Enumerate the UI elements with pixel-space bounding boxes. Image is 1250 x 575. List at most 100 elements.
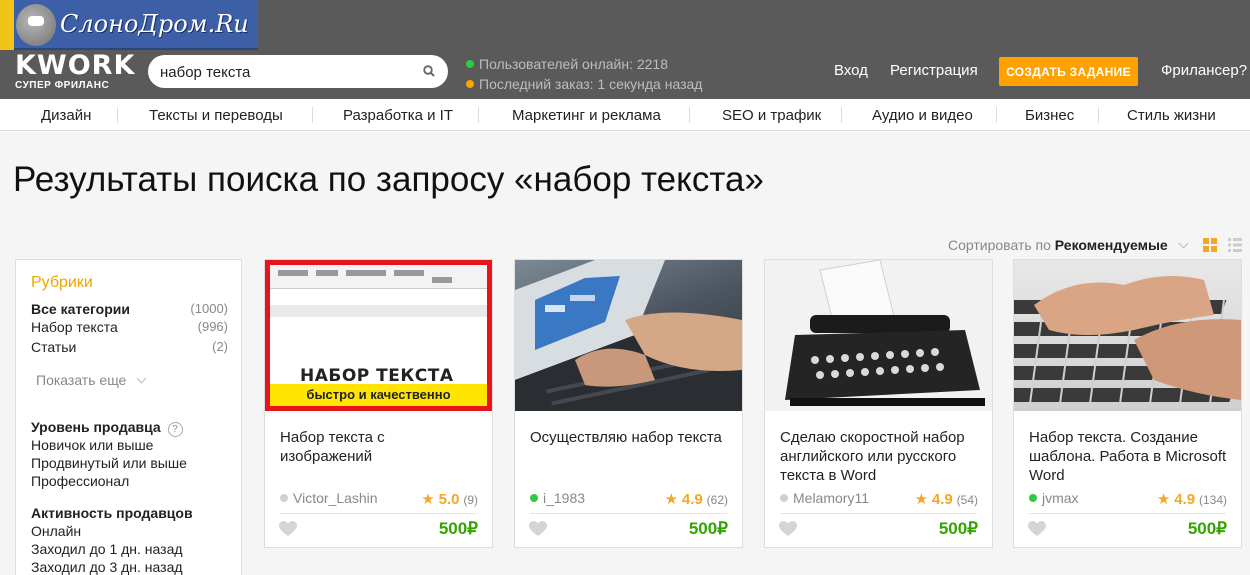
rating-value: 4.9 bbox=[931, 491, 953, 508]
filter-level-pro[interactable]: Профессионал bbox=[31, 473, 129, 489]
category-audio-video[interactable]: Аудио и видео bbox=[872, 107, 973, 124]
heart-icon[interactable] bbox=[279, 521, 297, 537]
top-header: СлоноДром.Ru KWORK СУПЕР ФРИЛАНС Пользов… bbox=[0, 0, 1250, 99]
review-count: (134) bbox=[1198, 493, 1227, 507]
kwork-card[interactable]: Сделаю скоростной набор английского или … bbox=[764, 259, 993, 548]
card-thumbnail[interactable] bbox=[765, 260, 992, 411]
create-task-button[interactable]: СОЗДАТЬ ЗАДАНИЕ bbox=[999, 57, 1138, 86]
freelancer-link[interactable]: Фрилансер? bbox=[1161, 62, 1247, 79]
rating-value: 4.9 bbox=[1174, 491, 1196, 508]
kwork-logo[interactable]: KWORK СУПЕР ФРИЛАНС bbox=[15, 52, 135, 91]
sort-value: Рекомендуемые bbox=[1054, 237, 1168, 253]
watermark-text: СлоноДром.Ru bbox=[60, 10, 249, 38]
category-seo[interactable]: SEO и трафик bbox=[722, 107, 821, 124]
card-title[interactable]: Осуществляю набор текста bbox=[530, 428, 730, 447]
filter-level-newbie[interactable]: Новичок или выше bbox=[31, 437, 153, 453]
list-view-icon[interactable] bbox=[1228, 238, 1242, 252]
card-divider bbox=[1029, 513, 1226, 514]
typewriter-image bbox=[785, 260, 985, 406]
rubric-label: Набор текста bbox=[31, 319, 118, 335]
rating-value: 4.9 bbox=[681, 491, 703, 508]
thumb-headline: НАБОР ТЕКСТА bbox=[300, 366, 454, 386]
login-link[interactable]: Вход bbox=[834, 62, 868, 79]
card-rating: ★ 5.0 (9) bbox=[421, 490, 478, 508]
card-divider bbox=[530, 513, 727, 514]
category-development[interactable]: Разработка и IT bbox=[343, 107, 453, 124]
review-count: (9) bbox=[463, 493, 478, 507]
nav-divider bbox=[312, 107, 313, 123]
nav-divider bbox=[117, 107, 118, 123]
seller-level-title: Уровень продавца ? bbox=[31, 419, 183, 437]
filter-level-advanced[interactable]: Продвинутый или выше bbox=[31, 455, 187, 471]
review-count: (54) bbox=[956, 493, 978, 507]
heart-icon[interactable] bbox=[1028, 521, 1046, 537]
chevron-down-icon bbox=[1178, 238, 1189, 249]
thumb-subline: быстро и качественно bbox=[270, 384, 487, 406]
card-divider bbox=[780, 513, 977, 514]
card-thumbnail[interactable] bbox=[515, 260, 742, 411]
card-title[interactable]: Набор текста. Создание шаблона. Работа в… bbox=[1029, 428, 1229, 485]
filter-activity-1day[interactable]: Заходил до 1 дн. назад bbox=[31, 541, 183, 557]
nav-divider bbox=[841, 107, 842, 123]
watermark-banner: СлоноДром.Ru bbox=[0, 0, 258, 50]
nav-divider bbox=[1098, 107, 1099, 123]
grid-view-icon[interactable] bbox=[1203, 238, 1217, 252]
word-ribbon-graphic bbox=[270, 265, 487, 289]
search-box bbox=[148, 55, 448, 88]
category-lifestyle[interactable]: Стиль жизни bbox=[1127, 107, 1216, 124]
rubric-label: Статьи bbox=[31, 339, 77, 355]
rubric-count: (2) bbox=[212, 339, 228, 354]
seller-name: i_1983 bbox=[543, 490, 586, 506]
card-rating: ★ 4.9 (54) bbox=[915, 490, 978, 508]
online-users-text: Пользователей онлайн: 2218 bbox=[479, 56, 668, 72]
elephant-mascot-icon bbox=[16, 4, 56, 46]
rubric-all-categories[interactable]: Все категории (1000) bbox=[31, 301, 228, 317]
card-title[interactable]: Набор текста с изображений bbox=[280, 428, 480, 466]
card-seller[interactable]: i_1983 bbox=[530, 490, 585, 506]
sort-label: Сортировать по bbox=[948, 237, 1051, 253]
nav-divider bbox=[478, 107, 479, 123]
sort-control[interactable]: Сортировать по Рекомендуемые bbox=[948, 237, 1189, 253]
heart-icon[interactable] bbox=[779, 521, 797, 537]
kwork-card[interactable]: Набор текста. Создание шаблона. Работа в… bbox=[1013, 259, 1242, 548]
heart-icon[interactable] bbox=[529, 521, 547, 537]
card-seller[interactable]: Victor_Lashin bbox=[280, 490, 378, 506]
category-marketing[interactable]: Маркетинг и реклама bbox=[512, 107, 661, 124]
filter-activity-online[interactable]: Онлайн bbox=[31, 523, 81, 539]
search-input[interactable] bbox=[160, 62, 410, 82]
kwork-card[interactable]: НАБОР ТЕКСТА быстро и качественно Набор … bbox=[264, 259, 493, 548]
category-texts[interactable]: Тексты и переводы bbox=[149, 107, 283, 124]
nav-divider bbox=[996, 107, 997, 123]
star-icon: ★ bbox=[1156, 491, 1171, 508]
category-business[interactable]: Бизнес bbox=[1025, 107, 1074, 124]
filter-activity-3days[interactable]: Заходил до 3 дн. назад bbox=[31, 559, 183, 575]
watermark-stripe bbox=[0, 0, 14, 50]
rubric-articles[interactable]: Статьи (2) bbox=[31, 339, 228, 355]
register-link[interactable]: Регистрация bbox=[890, 62, 978, 79]
star-icon: ★ bbox=[914, 491, 929, 508]
seller-activity-title: Активность продавцов bbox=[31, 505, 193, 521]
card-price: 500₽ bbox=[938, 519, 978, 538]
kwork-card[interactable]: Осуществляю набор текста i_1983 ★ 4.9 (6… bbox=[514, 259, 743, 548]
search-icon[interactable] bbox=[423, 65, 435, 77]
card-thumbnail[interactable]: НАБОР ТЕКСТА быстро и качественно bbox=[265, 260, 492, 411]
card-divider bbox=[280, 513, 477, 514]
order-dot-icon bbox=[466, 80, 474, 88]
seller-level-label: Уровень продавца bbox=[31, 419, 161, 435]
card-title[interactable]: Сделаю скоростной набор английского или … bbox=[780, 428, 980, 485]
rubric-text-typing[interactable]: Набор текста (996) bbox=[31, 319, 228, 335]
status-dot-icon bbox=[280, 494, 288, 502]
card-seller[interactable]: Melamory11 bbox=[780, 490, 869, 506]
seller-name: Melamory11 bbox=[793, 490, 869, 506]
status-dot-icon bbox=[1029, 494, 1037, 502]
rubrics-title: Рубрики bbox=[31, 274, 93, 291]
ruler-graphic bbox=[270, 305, 487, 317]
category-nav: Дизайн Тексты и переводы Разработка и IT… bbox=[0, 99, 1250, 131]
card-thumbnail[interactable] bbox=[1014, 260, 1241, 411]
category-design[interactable]: Дизайн bbox=[41, 107, 91, 124]
card-seller[interactable]: jvmax bbox=[1029, 490, 1079, 506]
card-price: 500₽ bbox=[688, 519, 728, 538]
show-more-button[interactable]: Показать еще bbox=[36, 372, 147, 388]
rubric-count: (996) bbox=[197, 319, 228, 334]
help-icon[interactable]: ? bbox=[167, 422, 183, 437]
